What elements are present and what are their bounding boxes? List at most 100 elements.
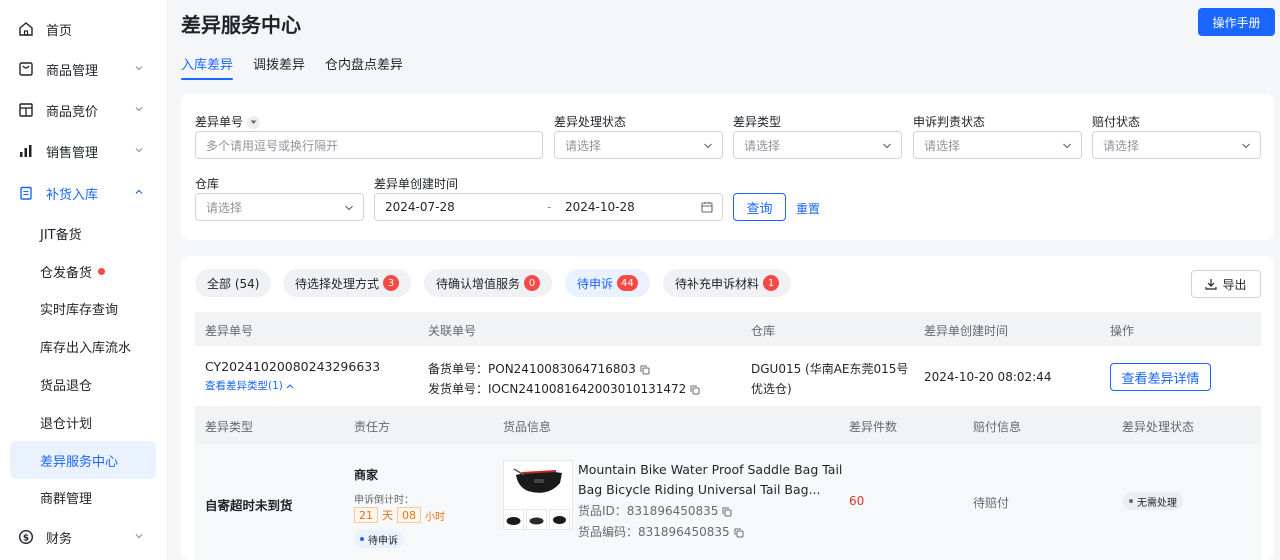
status-tab-supplement[interactable]: 待补充申诉材料 1 — [663, 269, 792, 297]
col-diff-no: 差异单号 — [205, 324, 254, 338]
status-select[interactable]: 请选择 — [554, 131, 723, 159]
col-process-status: 差异处理状态 — [1122, 420, 1195, 434]
dollar-icon: $ — [18, 529, 34, 545]
caret-down-icon[interactable] — [247, 116, 261, 129]
tab-inventory-diff[interactable]: 仓内盘点差异 — [325, 54, 403, 80]
status-tab-pending-appeal[interactable]: 待申诉 44 — [565, 269, 650, 297]
sidebar-sub-diff-center[interactable]: 差异服务中心 — [10, 441, 156, 479]
sidebar-sub-realtime-inventory[interactable]: 实时库存查询 — [10, 289, 156, 327]
stock-no: 备货单号：PON2410083064716803 — [428, 360, 650, 377]
status-tab-label: 待确认增值服务 — [436, 276, 521, 291]
date-range-input[interactable]: 2024-07-28 - 2024-10-28 — [374, 193, 723, 221]
export-button[interactable]: 导出 — [1191, 270, 1261, 298]
copy-icon[interactable] — [640, 365, 650, 375]
sidebar-item-sales[interactable]: 销售管理 — [10, 132, 156, 170]
chevron-down-icon — [345, 205, 353, 211]
col-responsible: 责任方 — [354, 420, 391, 434]
sidebar-item-bidding[interactable]: 商品竞价 — [10, 91, 156, 129]
store-icon — [18, 102, 34, 118]
date-start[interactable]: 2024-07-28 — [385, 200, 455, 214]
tab-inbound-diff[interactable]: 入库差异 — [181, 54, 234, 80]
sidebar-sub-jit[interactable]: JIT备货 — [10, 214, 156, 252]
clipboard-icon — [18, 185, 34, 201]
sidebar-item-label: 商品竞价 — [46, 104, 99, 120]
svg-text:$: $ — [23, 534, 29, 544]
chevron-down-icon — [135, 66, 143, 71]
count-badge: 0 — [524, 275, 541, 291]
product-thumb-2[interactable] — [526, 509, 547, 530]
sidebar-sub-inventory-flow[interactable]: 库存出入库流水 — [10, 327, 156, 365]
goods-id-value: 货品ID：831896450835 — [578, 504, 719, 518]
product-name-line2[interactable]: Bag Bicycle Riding Universal Tail Bag... — [578, 482, 821, 497]
tab-bar: 入库差异 调拨差异 仓内盘点差异 — [181, 54, 423, 80]
comp-placeholder: 请选择 — [1103, 138, 1140, 153]
sidebar-sub-warehouse-stock[interactable]: 仓发备货 — [10, 252, 156, 290]
sidebar-item-label: 商品管理 — [46, 63, 99, 79]
saddle-bag-image — [513, 468, 562, 493]
status-tab-all[interactable]: 全部 (54) — [195, 269, 272, 297]
comp-select[interactable]: 请选择 — [1092, 131, 1261, 159]
bag-icon — [18, 61, 34, 77]
goods-code-value: 货品编码：831896450835 — [578, 525, 730, 539]
status-tab-label: 待选择处理方式 — [295, 276, 380, 291]
query-button[interactable]: 查询 — [733, 193, 786, 221]
home-icon — [18, 21, 34, 37]
product-thumb-1[interactable] — [503, 509, 524, 530]
diff-no-placeholder: 多个请用逗号或换行隔开 — [206, 138, 339, 153]
copy-icon[interactable] — [690, 385, 700, 395]
chevron-up-icon — [135, 189, 143, 194]
sidebar-item-products[interactable]: 商品管理 — [10, 50, 156, 88]
copy-icon[interactable] — [734, 528, 744, 538]
col-diff-type: 差异类型 — [205, 420, 254, 434]
chevron-down-icon — [883, 143, 891, 149]
notification-dot — [98, 267, 106, 275]
chevron-down-icon — [704, 143, 712, 149]
chevron-down-icon — [135, 148, 143, 153]
diff-no-label-text: 差异单号 — [195, 115, 244, 129]
tab-transfer-diff[interactable]: 调拨差异 — [253, 54, 305, 80]
calendar-icon — [701, 201, 713, 213]
sidebar-item-finance[interactable]: $ 财务 — [10, 518, 156, 556]
copy-icon[interactable] — [722, 507, 732, 517]
view-types-link[interactable]: 查看差异类型(1) — [205, 378, 294, 393]
sidebar-item-replenish[interactable]: 补货入库 — [10, 174, 156, 212]
manual-button[interactable]: 操作手册 — [1198, 8, 1275, 36]
col-qty: 差异件数 — [849, 420, 898, 434]
product-name-line1[interactable]: Mountain Bike Water Proof Saddle Bag Tai… — [578, 462, 842, 477]
type-placeholder: 请选择 — [744, 138, 781, 153]
view-detail-button[interactable]: 查看差异详情 — [1110, 363, 1211, 391]
goods-code: 货品编码：831896450835 — [578, 523, 744, 540]
reset-link[interactable]: 重置 — [796, 200, 820, 217]
appeal-select[interactable]: 请选择 — [913, 131, 1082, 159]
view-types-label: 查看差异类型(1) — [205, 380, 283, 392]
date-separator: - — [547, 200, 552, 214]
date-end[interactable]: 2024-10-28 — [565, 200, 635, 214]
qty-value: 60 — [849, 494, 865, 508]
countdown-label: 申诉倒计时： — [354, 495, 414, 506]
warehouse-select[interactable]: 请选择 — [195, 193, 364, 221]
countdown-days: 21 — [354, 507, 378, 523]
warehouse-value-1: DGU015 (华南AE东莞015号 — [751, 362, 909, 376]
sidebar-sub-return-plan[interactable]: 退仓计划 — [10, 403, 156, 441]
chevron-up-icon — [286, 384, 294, 389]
export-label: 导出 — [1222, 277, 1247, 292]
product-thumb-3[interactable] — [549, 509, 570, 530]
days-unit: 天 — [382, 509, 393, 522]
sidebar-item-home[interactable]: 首页 — [10, 10, 156, 48]
ship-no: 发货单号：IOCN2410081642003010131472 — [428, 380, 700, 397]
warehouse-placeholder: 请选择 — [206, 200, 243, 215]
col-created: 差异单创建时间 — [924, 324, 1009, 338]
chevron-down-icon — [135, 534, 143, 539]
created-label: 差异单创建时间 — [374, 177, 459, 191]
ship-no-label: 发货单号： — [428, 382, 489, 396]
diff-no-input[interactable]: 多个请用逗号或换行隔开 — [195, 131, 543, 159]
sidebar-sub-goods-return[interactable]: 货品退仓 — [10, 365, 156, 403]
sidebar-sub-label: 仓发备货 — [40, 265, 93, 281]
hours-unit: 小时 — [425, 511, 445, 523]
sidebar-sub-merchant-group[interactable]: 商群管理 — [10, 478, 156, 516]
type-select[interactable]: 请选择 — [733, 131, 902, 159]
status-tab-label: 待申诉 — [577, 276, 614, 291]
warehouse-value-2: 优选仓) — [751, 382, 792, 396]
status-tab-choose-method[interactable]: 待选择处理方式 3 — [283, 269, 412, 297]
status-tab-confirm-service[interactable]: 待确认增值服务 0 — [424, 269, 553, 297]
